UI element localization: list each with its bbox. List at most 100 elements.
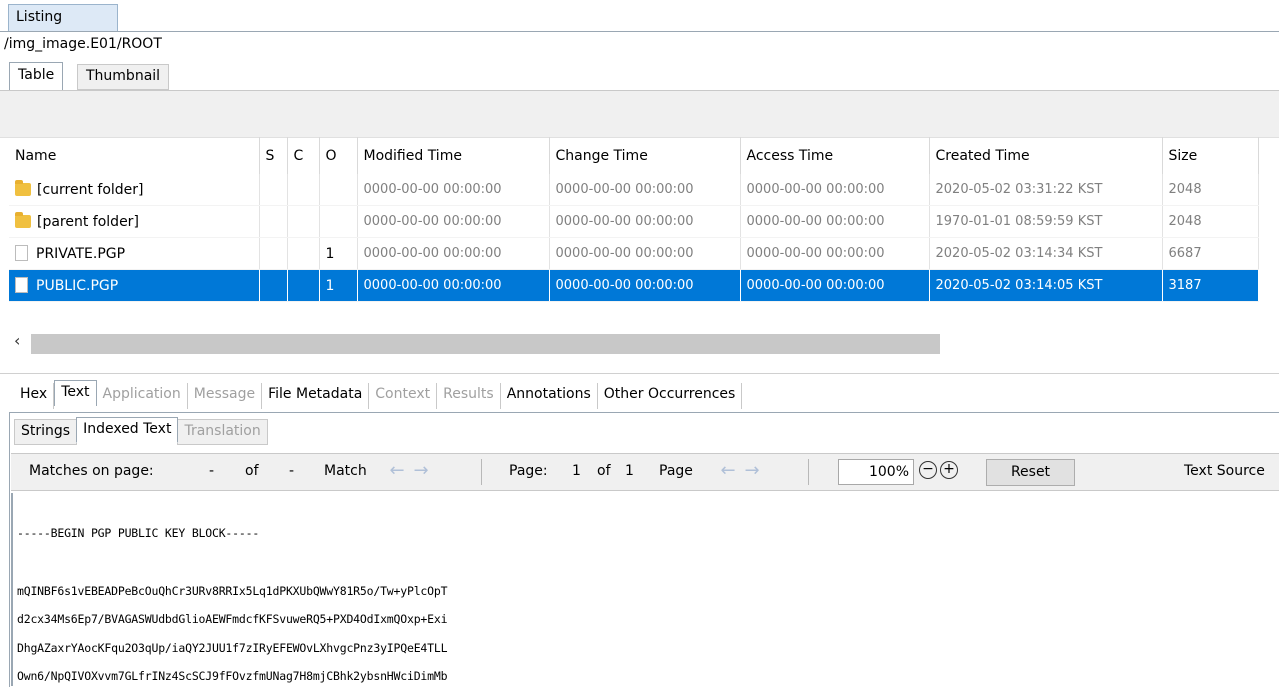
row-modified: 0000-00-00 00:00:00 (357, 237, 550, 270)
tab-file-metadata[interactable]: File Metadata (262, 383, 370, 409)
text-source-label[interactable]: Text Source (1184, 463, 1265, 479)
row-created: 2020-05-02 03:14:05 KST (929, 269, 1163, 302)
next-match-icon[interactable]: → (410, 460, 432, 482)
col-created-time[interactable]: Created Time (929, 137, 1163, 174)
page-nav-label: Page (659, 463, 693, 479)
row-o: 1 (319, 269, 358, 302)
col-name[interactable]: Name (9, 137, 260, 174)
row-access: 0000-00-00 00:00:00 (740, 205, 930, 238)
zoom-level[interactable]: 100% (838, 459, 914, 485)
matches-current: - (209, 463, 215, 479)
prev-page-icon[interactable]: ← (717, 460, 739, 482)
row-modified: 0000-00-00 00:00:00 (357, 205, 550, 238)
row-size: 2048 (1162, 174, 1259, 206)
tab-table[interactable]: Table (9, 62, 64, 90)
tab-annotations[interactable]: Annotations (501, 383, 598, 409)
tab-indexed-text[interactable]: Indexed Text (76, 417, 179, 443)
row-change: 0000-00-00 00:00:00 (549, 174, 741, 206)
table-header: Name S C O Modified Time Change Time Acc… (9, 137, 1259, 174)
row-name: PRIVATE.PGP (36, 246, 126, 262)
row-access: 0000-00-00 00:00:00 (740, 237, 930, 270)
file-icon (15, 245, 28, 261)
text-line: Own6/NpQIVOXvvm7GLfrINz4ScSCJ9fFOvzfmUNa… (17, 669, 448, 683)
folder-icon (15, 179, 31, 196)
row-change: 0000-00-00 00:00:00 (549, 205, 741, 238)
page-total: 1 (625, 463, 634, 479)
tab-thumbnail[interactable]: Thumbnail (77, 64, 170, 90)
col-s[interactable]: S (259, 137, 288, 174)
row-o (319, 205, 358, 238)
row-created: 1970-01-01 08:59:59 KST (929, 205, 1163, 238)
tab-other-occurrences[interactable]: Other Occurrences (598, 383, 743, 409)
tab-listing[interactable]: Listing (8, 4, 118, 31)
row-created: 2020-05-02 03:14:34 KST (929, 237, 1163, 270)
tab-message[interactable]: Message (188, 383, 263, 409)
prev-match-icon[interactable]: ← (386, 460, 408, 482)
table-row[interactable]: PRIVATE.PGP 1 0000-00-00 00:00:00 0000-0… (9, 237, 1259, 270)
table-row-selected[interactable]: PUBLIC.PGP 1 0000-00-00 00:00:00 0000-00… (9, 269, 1259, 302)
divider (0, 31, 1279, 32)
row-size: 2048 (1162, 205, 1259, 238)
tab-results[interactable]: Results (437, 383, 501, 409)
tab-text[interactable]: Text (54, 380, 97, 406)
breadcrumb: /img_image.E01/ROOT (4, 36, 162, 52)
row-name: [parent folder] (37, 213, 139, 230)
horizontal-scrollbar[interactable] (31, 334, 940, 354)
tab-context[interactable]: Context (369, 383, 438, 409)
table-row[interactable]: [current folder] 0000-00-00 00:00:00 000… (9, 174, 1259, 206)
tab-application[interactable]: Application (97, 383, 188, 409)
row-s (259, 237, 288, 270)
zoom-out-icon[interactable]: − (919, 461, 937, 479)
file-icon (15, 277, 28, 293)
divider (481, 459, 482, 485)
next-page-icon[interactable]: → (741, 460, 763, 482)
col-change-time[interactable]: Change Time (549, 137, 741, 174)
page-current: 1 (572, 463, 581, 479)
text-subtabs: Strings Indexed Text Translation (14, 417, 268, 445)
text-toolbar: Matches on page: - of - Match ← → Page: … (11, 453, 1279, 491)
text-line: -----BEGIN PGP PUBLIC KEY BLOCK----- (17, 526, 260, 540)
reset-button[interactable]: Reset (986, 459, 1075, 486)
divider (808, 459, 809, 485)
row-o: 1 (319, 237, 358, 270)
col-size[interactable]: Size (1162, 137, 1259, 174)
divider (0, 373, 1279, 374)
row-change: 0000-00-00 00:00:00 (549, 269, 741, 302)
tab-strings[interactable]: Strings (14, 419, 78, 445)
text-line: DhgAZaxrYAocKFqu2O3qUp/iaQY2JUU1f7zIRyEF… (17, 641, 448, 655)
row-size: 6687 (1162, 237, 1259, 270)
row-c (287, 269, 320, 302)
table-row[interactable]: [parent folder] 0000-00-00 00:00:00 0000… (9, 205, 1259, 238)
page-label: Page: (509, 463, 548, 479)
row-c (287, 237, 320, 270)
file-table: Name S C O Modified Time Change Time Acc… (9, 137, 1259, 302)
row-s (259, 269, 288, 302)
of-label: of (597, 463, 611, 479)
col-access-time[interactable]: Access Time (740, 137, 930, 174)
tab-hex[interactable]: Hex (14, 383, 55, 409)
row-access: 0000-00-00 00:00:00 (740, 269, 930, 302)
col-c[interactable]: C (287, 137, 320, 174)
of-label: of (245, 463, 259, 479)
col-modified-time[interactable]: Modified Time (357, 137, 550, 174)
row-modified: 0000-00-00 00:00:00 (357, 269, 550, 302)
zoom-in-icon[interactable]: + (940, 461, 958, 479)
col-o[interactable]: O (319, 137, 358, 174)
row-access: 0000-00-00 00:00:00 (740, 174, 930, 206)
row-c (287, 174, 320, 206)
row-name: PUBLIC.PGP (36, 278, 119, 294)
row-size: 3187 (1162, 269, 1259, 302)
row-s (259, 205, 288, 238)
row-created: 2020-05-02 03:31:22 KST (929, 174, 1163, 206)
content-tabs: Hex Text Application Message File Metada… (14, 380, 743, 409)
matches-total: - (289, 463, 295, 479)
row-o (319, 174, 358, 206)
row-s (259, 174, 288, 206)
row-change: 0000-00-00 00:00:00 (549, 237, 741, 270)
scroll-left-icon[interactable]: ‹ (14, 331, 20, 350)
tab-translation[interactable]: Translation (177, 419, 268, 445)
text-line: d2cx34Ms6Ep7/BVAGASWUdbdGlioAEWFmdcfKFSv… (17, 612, 448, 626)
matches-label: Matches on page: (29, 463, 154, 479)
match-label: Match (324, 463, 367, 479)
row-modified: 0000-00-00 00:00:00 (357, 174, 550, 206)
